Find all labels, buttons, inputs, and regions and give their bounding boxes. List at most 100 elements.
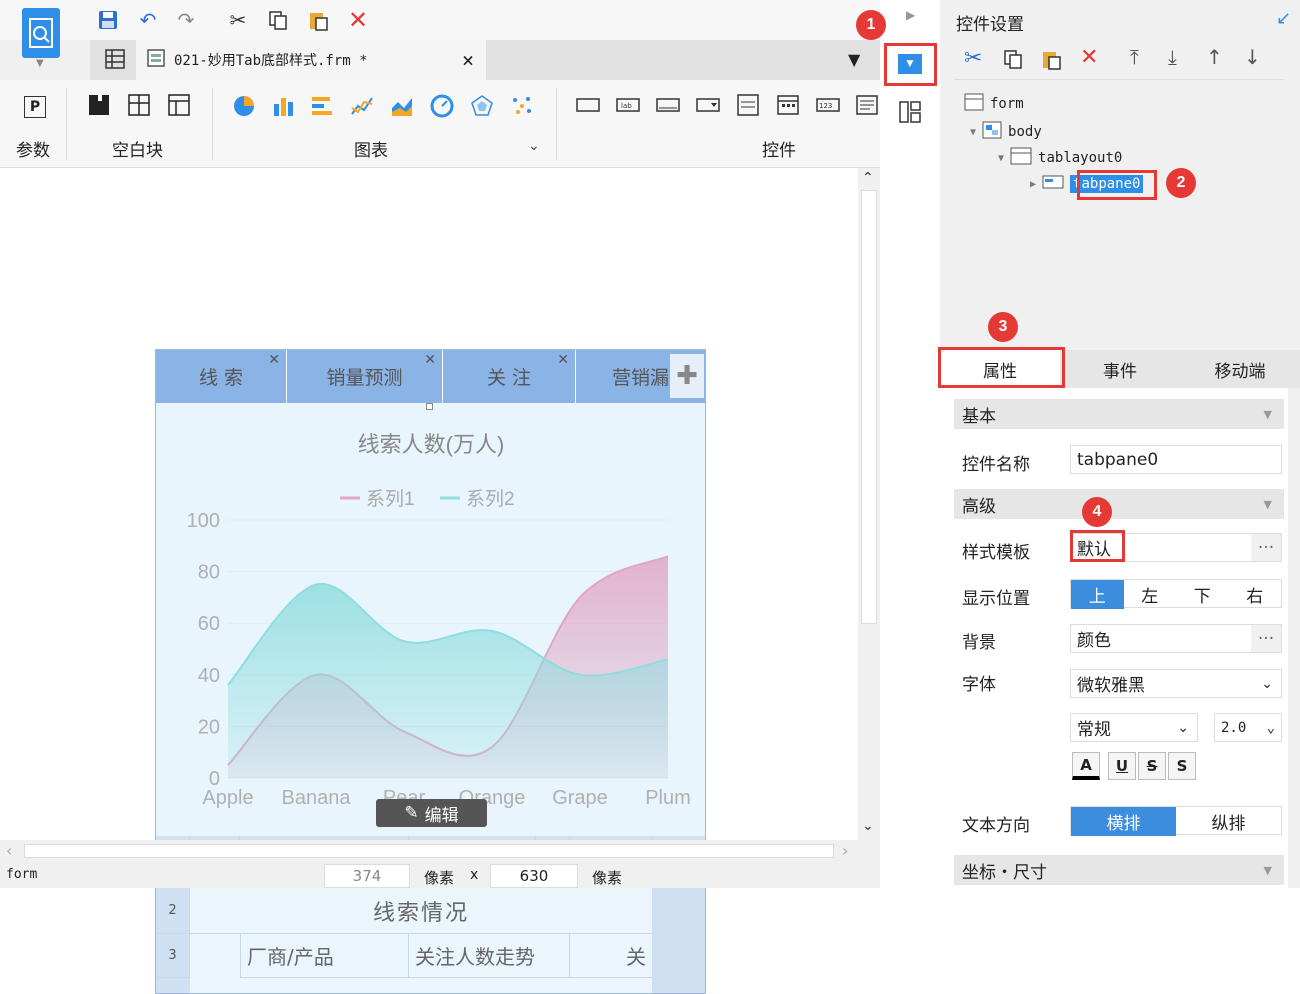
param-icon[interactable]: P bbox=[24, 96, 46, 118]
background-field[interactable]: 颜色 ··· bbox=[1070, 624, 1282, 653]
mobile-preview[interactable]: 线 索 ✕ 销量预测 ✕ 关 注 ✕ 营销漏 ✚ 线索人数(万人) 系列1 系列2 0 20 4… bbox=[155, 349, 706, 994]
delete-icon[interactable]: ✕ bbox=[1080, 45, 1098, 70]
tab-mobile[interactable]: 移动端 bbox=[1180, 350, 1300, 388]
height-input[interactable]: 630 bbox=[490, 864, 578, 888]
bar-chart-icon[interactable] bbox=[272, 94, 296, 116]
stacked-bar-icon[interactable] bbox=[310, 94, 334, 116]
number-widget-icon[interactable]: 123 bbox=[816, 94, 840, 116]
design-canvas[interactable]: 线 索 ✕ 销量预测 ✕ 关 注 ✕ 营销漏 ✚ 线索人数(万人) 系列1 系列2 0 20 4… bbox=[0, 168, 858, 994]
cut-icon[interactable]: ✂ bbox=[964, 46, 982, 71]
expand-down-icon[interactable]: ▼ bbox=[998, 153, 1004, 164]
scroll-left-icon[interactable]: ‹ bbox=[6, 841, 12, 860]
save-icon[interactable] bbox=[94, 6, 122, 34]
tab-menu-icon[interactable]: ▼ bbox=[848, 50, 860, 69]
close-icon[interactable]: ✕ bbox=[557, 352, 569, 368]
scroll-thumb[interactable] bbox=[24, 844, 834, 858]
edit-button[interactable]: ✎ 编辑 bbox=[376, 799, 487, 827]
scroll-up-icon[interactable]: ⌃ bbox=[862, 170, 874, 186]
font-color-button[interactable]: A bbox=[1072, 752, 1100, 780]
section-advanced[interactable]: 高级 ▼ bbox=[954, 489, 1284, 519]
tab-events[interactable]: 事件 bbox=[1060, 350, 1180, 388]
tab-clues[interactable]: 线 索 ✕ bbox=[156, 350, 287, 403]
pie-chart-icon[interactable] bbox=[232, 94, 256, 116]
direction-vertical[interactable]: 纵排 bbox=[1176, 807, 1281, 836]
date-widget-icon[interactable] bbox=[776, 94, 800, 116]
split-block-icon[interactable] bbox=[128, 94, 152, 116]
button-widget-icon[interactable] bbox=[576, 94, 600, 116]
shadow-button[interactable]: S bbox=[1168, 752, 1196, 780]
gauge-chart-icon[interactable] bbox=[430, 94, 454, 118]
textarea-widget-icon[interactable] bbox=[856, 94, 880, 116]
property-scrollbar[interactable] bbox=[1288, 388, 1300, 888]
move-bottom-icon[interactable]: ⤓ bbox=[1168, 45, 1177, 69]
position-right[interactable]: 右 bbox=[1229, 580, 1282, 609]
section-coords[interactable]: 坐标・尺寸 ▼ bbox=[954, 855, 1284, 885]
position-bottom[interactable]: 下 bbox=[1176, 580, 1229, 609]
divider bbox=[212, 88, 213, 160]
radar-chart-icon[interactable] bbox=[470, 94, 494, 116]
height-unit: 像素 bbox=[592, 869, 623, 887]
tab-follow[interactable]: 关 注 ✕ bbox=[443, 350, 576, 403]
move-top-icon[interactable]: ⤒ bbox=[1130, 45, 1139, 69]
font-style-select[interactable]: 常规 ⌄ bbox=[1070, 713, 1198, 742]
add-tab-icon[interactable]: ✚ bbox=[670, 354, 704, 398]
scatter-chart-icon[interactable] bbox=[510, 94, 534, 116]
move-down-icon[interactable]: ↓ bbox=[1244, 45, 1261, 69]
label-widget-icon[interactable]: lab bbox=[616, 94, 640, 116]
tab-sales-forecast[interactable]: 销量预测 ✕ bbox=[287, 350, 443, 403]
horizontal-scrollbar[interactable]: ‹ › bbox=[0, 840, 858, 862]
more-icon[interactable]: ··· bbox=[1251, 534, 1281, 561]
scroll-thumb[interactable] bbox=[861, 190, 877, 624]
scroll-down-icon[interactable]: ⌄ bbox=[862, 818, 874, 834]
tabpane-icon bbox=[1042, 174, 1064, 194]
resize-handle[interactable] bbox=[426, 403, 433, 410]
name-field[interactable]: tabpane0 bbox=[1070, 445, 1282, 474]
tree-node-tablayout[interactable]: ▼ tablayout0 bbox=[998, 146, 1122, 170]
close-icon[interactable]: × bbox=[462, 48, 474, 72]
move-up-icon[interactable]: ↑ bbox=[1206, 45, 1223, 69]
area-chart-icon[interactable] bbox=[390, 94, 414, 116]
dock-arrow-icon[interactable]: ↙ bbox=[1276, 8, 1291, 29]
undo-icon[interactable]: ↶ bbox=[134, 6, 162, 34]
expand-right-icon[interactable]: ▶ bbox=[1030, 179, 1036, 190]
text-field-icon[interactable] bbox=[656, 94, 680, 116]
close-icon[interactable]: ✕ bbox=[424, 352, 436, 368]
file-tab[interactable]: 021-妙用Tab底部样式.frm * × bbox=[136, 40, 486, 80]
section-label: 基本 bbox=[962, 406, 996, 427]
position-top[interactable]: 上 bbox=[1071, 580, 1124, 609]
vertical-scrollbar[interactable]: ⌃ ⌄ bbox=[858, 168, 880, 840]
font-size-select[interactable]: 2.0 ⌄ bbox=[1214, 713, 1282, 742]
grid-icon[interactable] bbox=[104, 48, 126, 75]
paste-icon[interactable] bbox=[304, 6, 332, 34]
more-icon[interactable]: ··· bbox=[1251, 625, 1281, 652]
list-widget-icon[interactable] bbox=[736, 94, 760, 116]
logo-dropdown-icon[interactable]: ▼ bbox=[36, 58, 44, 69]
collapse-arrow-icon[interactable]: ▶ bbox=[906, 8, 915, 22]
paste-icon[interactable] bbox=[1040, 48, 1062, 74]
absolute-block-icon[interactable] bbox=[88, 94, 112, 116]
redo-icon[interactable]: ↷ bbox=[172, 6, 200, 34]
tree-node-body[interactable]: ▼ body bbox=[970, 120, 1042, 144]
line-chart-icon[interactable] bbox=[350, 94, 374, 116]
tree-node-form[interactable]: form bbox=[964, 92, 1024, 116]
strikethrough-button[interactable]: S bbox=[1138, 752, 1166, 780]
direction-horizontal[interactable]: 横排 bbox=[1071, 807, 1176, 836]
tab-block-icon[interactable] bbox=[168, 94, 192, 116]
chart-more-icon[interactable]: ⌄ bbox=[528, 138, 540, 154]
section-basic[interactable]: 基本 ▼ bbox=[954, 399, 1284, 429]
position-left[interactable]: 左 bbox=[1124, 580, 1177, 609]
underline-button[interactable]: U bbox=[1108, 752, 1136, 780]
combo-box-icon[interactable] bbox=[696, 94, 720, 116]
width-input[interactable]: 374 bbox=[324, 864, 410, 888]
component-tree-tab-icon[interactable] bbox=[898, 100, 922, 128]
cut-icon[interactable]: ✂ bbox=[224, 6, 252, 34]
scroll-right-icon[interactable]: › bbox=[842, 841, 848, 860]
edit-icon: ✎ bbox=[404, 803, 419, 823]
close-icon[interactable]: ✕ bbox=[268, 352, 280, 368]
copy-icon[interactable] bbox=[264, 6, 292, 34]
font-select[interactable]: 微软雅黑 ⌄ bbox=[1070, 669, 1282, 698]
app-logo[interactable] bbox=[22, 8, 60, 58]
copy-icon[interactable] bbox=[1002, 48, 1024, 74]
expand-down-icon[interactable]: ▼ bbox=[970, 127, 976, 138]
delete-icon[interactable]: ✕ bbox=[344, 6, 372, 34]
